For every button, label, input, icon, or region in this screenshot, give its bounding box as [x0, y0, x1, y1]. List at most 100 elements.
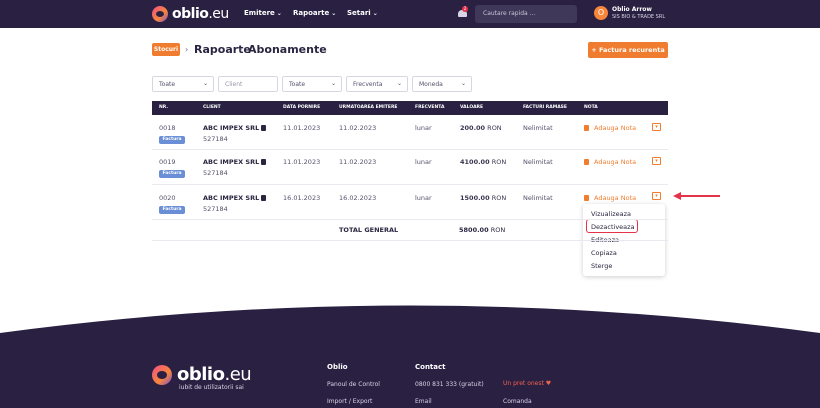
user-avatar[interactable]: O	[594, 6, 608, 20]
client-filter-input[interactable]: Client	[218, 76, 278, 92]
chevron-down-icon: ⌄	[331, 10, 337, 17]
brand-suffix: .eu	[208, 6, 229, 22]
row-actions-dropdown-button[interactable]: ▾	[652, 192, 661, 200]
footer-link-import-export[interactable]: Import / Export	[327, 398, 372, 405]
logo-icon	[152, 6, 168, 22]
notifications-bell-icon[interactable]: 2	[458, 6, 468, 18]
row-client[interactable]: ABC IMPEX SRL	[203, 124, 267, 132]
table-header: NR. CLIENT DATA PORNIRE URMATOAREA EMITE…	[152, 101, 668, 115]
pointer-arrow-line	[680, 195, 720, 197]
breadcrumb-rapoarte[interactable]: Rapoarte	[194, 43, 251, 56]
footer-link-email[interactable]: Email	[415, 398, 432, 405]
footer-link-order[interactable]: Comanda	[503, 398, 532, 405]
currency-filter-select[interactable]: Moneda ⌄	[412, 76, 472, 92]
row-nr[interactable]: 0018	[159, 124, 176, 132]
logo-icon	[152, 364, 172, 385]
note-icon	[584, 125, 589, 131]
footer-link-honest-price[interactable]: Un pret onest ♥	[503, 380, 551, 387]
row-next-date: 11.02.2023	[339, 158, 377, 166]
row-client-id: 527184	[203, 135, 228, 143]
footer-col-oblio-title: Oblio	[327, 363, 348, 371]
row-nr[interactable]: 0020	[159, 194, 176, 202]
column-header-invoices-left[interactable]: FACTURI RAMASE	[523, 105, 567, 110]
footer-link-control-panel[interactable]: Panoul de Control	[327, 381, 380, 388]
notification-count-badge: 2	[462, 6, 468, 12]
row-frequency: lunar	[415, 158, 432, 166]
row-client-id: 527184	[203, 205, 228, 213]
total-label: TOTAL GENERAL	[339, 226, 399, 234]
row-invoices-left: Nelimitat	[523, 194, 553, 202]
page-title: Abonamente	[248, 43, 327, 56]
row-start-date: 11.01.2023	[283, 158, 321, 166]
client-info-icon[interactable]	[261, 125, 267, 131]
footer-logo[interactable]: oblio.eu	[152, 364, 252, 385]
nav-menu-setari[interactable]: Setari ⌄	[347, 9, 378, 17]
document-type-tag: Factura	[159, 206, 185, 214]
row-client[interactable]: ABC IMPEX SRL	[203, 194, 267, 202]
chevron-down-icon: ⌄	[372, 10, 378, 17]
column-header-client[interactable]: CLIENT	[203, 105, 221, 110]
stocuri-badge[interactable]: Stocuri	[152, 43, 180, 56]
menu-item-copy[interactable]: Copiaza	[591, 249, 617, 257]
user-name[interactable]: Oblio Arrow	[612, 6, 652, 13]
nav-menu-rapoarte[interactable]: Rapoarte ⌄	[293, 9, 336, 17]
chevron-down-icon: ⌄	[276, 10, 282, 17]
breadcrumb-separator-icon: ›	[239, 45, 243, 54]
brand-logo[interactable]: oblio.eu	[152, 5, 229, 23]
total-value: 5800.00 RON	[459, 226, 506, 234]
frequency-filter-select[interactable]: Frecventa ⌄	[346, 76, 408, 92]
column-header-next-issue[interactable]: URMATOAREA EMITERE	[339, 105, 398, 110]
add-note-link[interactable]: Adauga Nota	[594, 124, 636, 132]
row-divider	[152, 184, 668, 185]
column-header-start-date[interactable]: DATA PORNIRE	[283, 105, 320, 110]
top-navbar: oblio.eu Emitere ⌄ Rapoarte ⌄ Setari ⌄ 2 Ca…	[0, 0, 820, 28]
chevron-down-icon: ⌄	[396, 80, 402, 87]
heart-icon: ♥	[545, 380, 552, 387]
document-type-tag: Factura	[159, 170, 185, 178]
row-start-date: 11.01.2023	[283, 124, 321, 132]
chevron-down-icon: ⌄	[460, 80, 466, 87]
row-frequency: lunar	[415, 124, 432, 132]
breadcrumb-separator-icon: ›	[185, 45, 189, 54]
menu-item-deactivate[interactable]: Dezactiveaza	[591, 223, 635, 231]
menu-item-view[interactable]: Vizualizeaza	[591, 210, 631, 218]
row-client[interactable]: ABC IMPEX SRL	[203, 158, 267, 166]
column-header-value[interactable]: VALOARE	[460, 105, 483, 110]
footer-link-phone[interactable]: 0800 831 333 (gratuit)	[415, 381, 484, 388]
row-next-date: 16.02.2023	[339, 194, 377, 202]
row-invoices-left: Nelimitat	[523, 158, 553, 166]
column-header-frequency[interactable]: FRECVENTA	[415, 105, 444, 110]
row-divider	[152, 219, 668, 220]
client-info-icon[interactable]	[261, 195, 267, 201]
client-info-icon[interactable]	[261, 159, 267, 165]
note-icon	[584, 195, 589, 201]
row-divider	[152, 149, 668, 150]
row-frequency: lunar	[415, 194, 432, 202]
row-start-date: 16.01.2023	[283, 194, 321, 202]
status-filter-select[interactable]: Toate ⌄	[282, 76, 342, 92]
add-recurring-invoice-button[interactable]: + Factura recurenta	[588, 42, 668, 58]
row-next-date: 11.02.2023	[339, 124, 377, 132]
menu-item-delete[interactable]: Sterge	[591, 262, 612, 270]
chevron-down-icon: ⌄	[202, 80, 208, 87]
row-actions-dropdown-button[interactable]: ▾	[652, 123, 661, 131]
footer-col-contact-title: Contact	[415, 363, 446, 371]
row-value: 200.00 RON	[460, 124, 502, 132]
column-header-nr[interactable]: NR.	[159, 105, 168, 110]
document-type-tag: Factura	[159, 136, 185, 144]
search-input[interactable]: Cautare rapida ...	[475, 5, 577, 23]
row-client-id: 527184	[203, 169, 228, 177]
add-note-link[interactable]: Adauga Nota	[594, 158, 636, 166]
row-actions-dropdown-button[interactable]: ▾	[652, 157, 661, 165]
row-divider	[152, 240, 668, 241]
footer-tagline: iubit de utilizatorii sai	[179, 384, 244, 391]
add-note-link[interactable]: Adauga Nota	[594, 194, 636, 202]
row-nr[interactable]: 0019	[159, 158, 176, 166]
brand-name: oblio	[172, 6, 209, 22]
user-company: SIS BIO & TRADE SRL	[612, 14, 666, 20]
type-filter-select[interactable]: Toate ⌄	[152, 76, 214, 92]
nav-menu-emitere[interactable]: Emitere ⌄	[244, 9, 282, 17]
chevron-down-icon: ⌄	[330, 80, 336, 87]
column-header-note: NOTA	[584, 105, 598, 110]
row-value: 1500.00 RON	[460, 194, 507, 202]
